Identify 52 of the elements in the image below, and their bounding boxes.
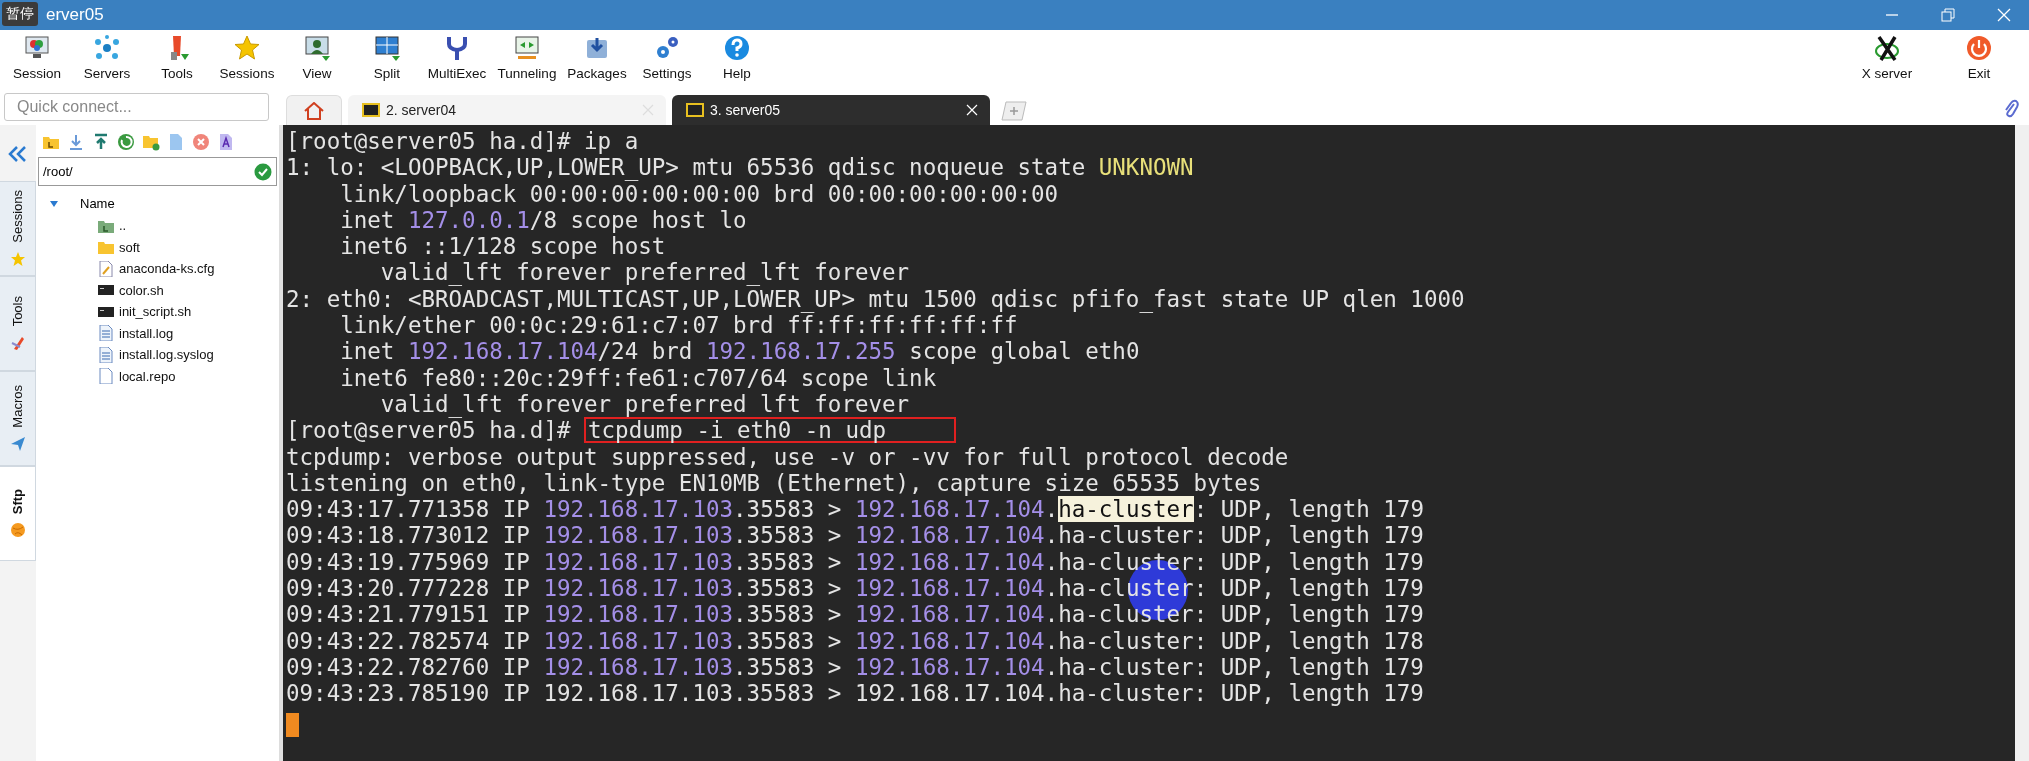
terminal-line: valid_lft forever preferred_lft forever xyxy=(379,390,911,418)
terminal-line: link/ether 00:0c:29:61:c7:07 brd ff:ff:ff:ff:ff:ff xyxy=(339,312,1019,339)
file-name[interactable]: anaconda-ks.cfg xyxy=(119,261,215,277)
path-field[interactable]: /root/ xyxy=(38,157,277,186)
side-tab[interactable]: Tools xyxy=(0,276,36,371)
terminal-line: 09:43:23.785190 IP 192.168.17.103.35583 > 192.168.17.104.ha-cluster: UDP, length 179 xyxy=(286,680,1425,707)
terminal-line: 09:43:22.782760 IP 192.168.17.103.35583 > 192.168.17.104.ha-cluster: UDP, length 179 xyxy=(286,653,1425,681)
terminal-line: 2: eth0: <BROADCAST,MULTICAST,UP,LOWER_UP> mtu 1500 qdisc pfifo_fast state UP qlen 1000 xyxy=(286,285,1466,313)
file-name[interactable]: init_script.sh xyxy=(119,304,192,320)
session-tab[interactable]: 3. server05 xyxy=(672,95,990,125)
file-name[interactable]: install.log xyxy=(119,325,174,341)
terminal-line: inet6 fe80::20c:29ff:fe61:c707/64 scope link xyxy=(339,364,938,391)
file-name[interactable]: soft xyxy=(119,239,140,255)
toolbar-button[interactable]: Split xyxy=(352,30,422,81)
toolbar-button[interactable]: Session xyxy=(2,30,72,81)
column-header[interactable]: Name xyxy=(80,196,115,211)
terminal-line: 09:43:19.775969 IP 192.168.17.103.35583 > 192.168.17.104.ha-cluster: UDP, length 179 xyxy=(286,548,1425,576)
toolbar-button[interactable]: X server xyxy=(1841,30,1933,81)
terminal-line: tcpdump: verbose output suppressed, use -v or -vv for full protocol decode xyxy=(286,443,1290,470)
terminal-line: [root@server05 ha.d]# tcpdump -i eth0 -n udp xyxy=(286,417,2015,444)
terminal-line: 09:43:17.771358 IP 192.168.17.103.35583 > 192.168.17.104.ha-cluster: UDP, length 179 xyxy=(286,496,1425,523)
side-tab[interactable]: Sftp xyxy=(0,466,36,561)
side-tab[interactable]: Sessions xyxy=(0,181,36,276)
toolbar-button[interactable]: Tunneling xyxy=(492,30,562,81)
file-name[interactable]: color.sh xyxy=(119,282,164,298)
toolbar-button[interactable]: Servers xyxy=(72,30,142,81)
window-title: erver05 xyxy=(46,5,104,25)
file-name[interactable]: install.log.syslog xyxy=(119,347,214,363)
terminal-line: 09:43:22.782574 IP 192.168.17.103.35583 > 192.168.17.104.ha-cluster: UDP, length 178 xyxy=(286,627,1425,654)
terminal-line: link/loopback 00:00:00:00:00:00 brd 00:00:00:00:00:00 xyxy=(339,180,1060,207)
file-name[interactable]: .. xyxy=(119,218,127,234)
session-tab[interactable]: 2. server04 xyxy=(348,95,666,125)
terminal-line: 09:43:18.773012 IP 192.168.17.103.35583 > 192.168.17.104.ha-cluster: UDP, length 179 xyxy=(286,522,1425,549)
toolbar-button[interactable]: View xyxy=(282,30,352,81)
side-tab[interactable]: Macros xyxy=(0,371,36,466)
toolbar-button[interactable]: Packages xyxy=(562,30,632,81)
file-name[interactable]: local.repo xyxy=(119,368,176,384)
terminal-line: 1: lo: <LOOPBACK,UP,LOWER_UP> mtu 65536 qdisc noqueue state UNKNOWN xyxy=(286,154,1195,181)
terminal-line: inet6 ::1/128 scope host xyxy=(339,233,667,260)
pause-badge[interactable]: 暂停 xyxy=(2,2,38,26)
terminal-line: valid_lft forever preferred_lft forever xyxy=(379,259,911,286)
terminal-line: inet 192.168.17.104/24 brd 192.168.17.255 scope global eth0 xyxy=(339,338,1141,365)
toolbar-button[interactable]: Exit xyxy=(1933,30,2025,81)
quick-connect-field[interactable]: Quick connect... xyxy=(4,93,269,121)
terminal-line: inet 127.0.0.1/8 scope host lo xyxy=(339,206,748,234)
toolbar-button[interactable]: Settings xyxy=(632,30,702,81)
toolbar-button[interactable]: Sessions xyxy=(212,30,282,81)
toolbar-button[interactable]: MultiExec xyxy=(422,30,492,81)
terminal-line: listening on eth0, link-type EN10MB (Ethernet), capture size 65535 bytes xyxy=(286,469,1263,497)
toolbar-button[interactable]: Help xyxy=(702,30,772,81)
toolbar-button[interactable]: Tools xyxy=(142,30,212,81)
terminal-line: [root@server05 ha.d]# ip a xyxy=(286,128,640,155)
